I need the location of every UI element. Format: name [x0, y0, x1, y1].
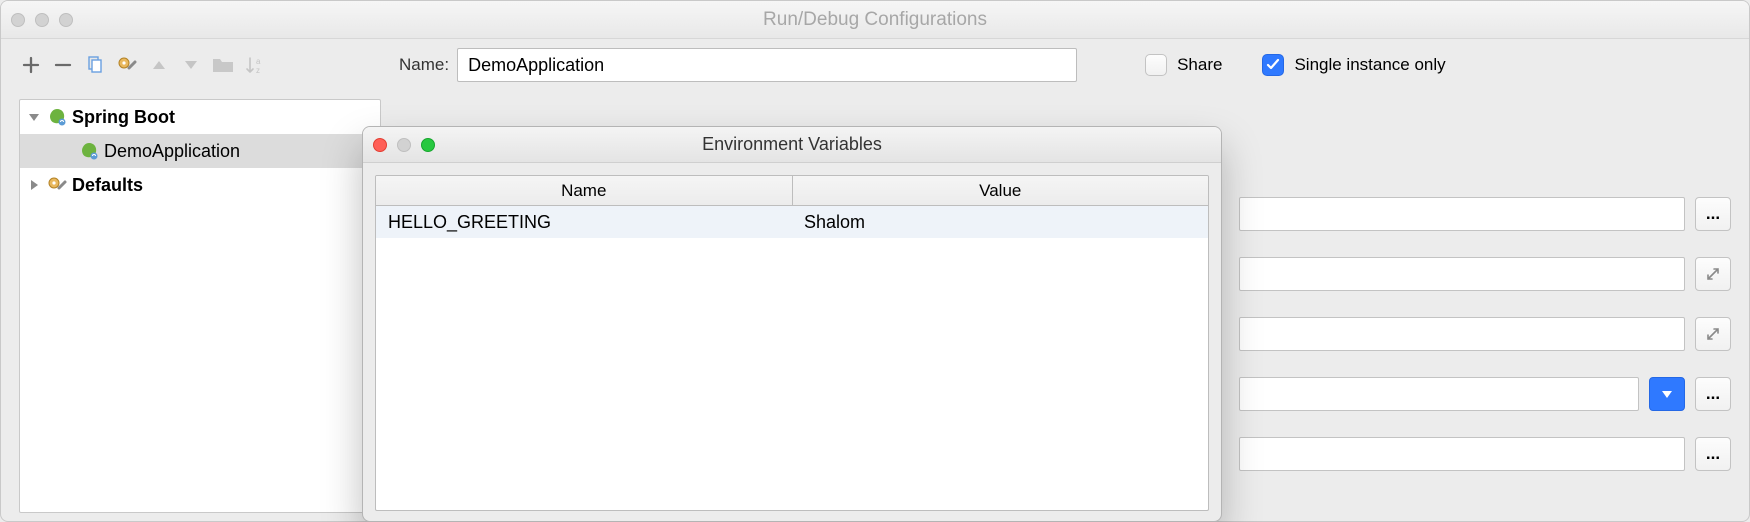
tree-node-spring-boot[interactable]: Spring Boot: [20, 100, 380, 134]
single-instance-label: Single instance only: [1294, 55, 1445, 75]
tree-node-label: Spring Boot: [72, 107, 175, 128]
config-toolbar: a z: [19, 53, 381, 77]
env-dialog-titlebar: Environment Variables: [363, 127, 1221, 163]
form-field-1[interactable]: [1239, 197, 1685, 231]
svg-text:z: z: [256, 66, 260, 75]
window-titlebar: Run/Debug Configurations: [1, 1, 1749, 39]
gear-wrench-icon: [46, 176, 68, 194]
tree-node-defaults[interactable]: Defaults: [20, 168, 380, 202]
browse-button-1[interactable]: ...: [1695, 197, 1731, 231]
remove-config-button[interactable]: [51, 53, 75, 77]
form-field-5[interactable]: [1239, 437, 1685, 471]
single-instance-checkbox[interactable]: [1262, 54, 1284, 76]
sort-alpha-icon[interactable]: a z: [243, 53, 267, 77]
move-down-button[interactable]: [179, 53, 203, 77]
env-cell-value[interactable]: Shalom: [792, 206, 1208, 238]
share-checkbox-wrap: Share: [1145, 54, 1222, 76]
env-dialog-title: Environment Variables: [363, 134, 1221, 155]
name-label: Name:: [399, 55, 449, 75]
env-cell-name[interactable]: HELLO_GREETING: [376, 206, 792, 238]
expand-button-1[interactable]: [1695, 257, 1731, 291]
single-instance-checkbox-wrap: Single instance only: [1262, 54, 1445, 76]
browse-button-2[interactable]: ...: [1695, 377, 1731, 411]
move-up-button[interactable]: [147, 53, 171, 77]
dropdown-button[interactable]: [1649, 377, 1685, 411]
expand-button-2[interactable]: [1695, 317, 1731, 351]
config-header-row: a z Name: Share Single instance only: [1, 39, 1749, 91]
chevron-down-icon: [26, 109, 42, 125]
spring-icon: [46, 108, 68, 126]
env-vars-table: Name Value HELLO_GREETING Shalom: [375, 175, 1209, 511]
env-table-row[interactable]: HELLO_GREETING Shalom: [376, 206, 1208, 238]
config-name-input[interactable]: [457, 48, 1077, 82]
browse-button-3[interactable]: ...: [1695, 437, 1731, 471]
spring-icon: [78, 142, 100, 160]
form-field-4[interactable]: [1239, 377, 1639, 411]
env-col-name[interactable]: Name: [376, 176, 793, 205]
tree-node-label: DemoApplication: [104, 141, 240, 162]
env-table-header: Name Value: [376, 176, 1208, 206]
tree-node-demoapplication[interactable]: DemoApplication: [20, 134, 380, 168]
share-label: Share: [1177, 55, 1222, 75]
form-field-3[interactable]: [1239, 317, 1685, 351]
environment-variables-dialog: Environment Variables Name Value HELLO_G…: [362, 126, 1222, 522]
add-config-button[interactable]: [19, 53, 43, 77]
tree-node-label: Defaults: [72, 175, 143, 196]
window-title: Run/Debug Configurations: [1, 9, 1749, 31]
copy-config-button[interactable]: [83, 53, 107, 77]
chevron-right-icon: [26, 177, 42, 193]
env-col-value[interactable]: Value: [793, 176, 1209, 205]
share-checkbox[interactable]: [1145, 54, 1167, 76]
folder-icon[interactable]: [211, 53, 235, 77]
svg-text:a: a: [256, 57, 261, 66]
config-tree: Spring Boot DemoApplication: [19, 99, 381, 513]
edit-defaults-button[interactable]: [115, 53, 139, 77]
form-field-2[interactable]: [1239, 257, 1685, 291]
